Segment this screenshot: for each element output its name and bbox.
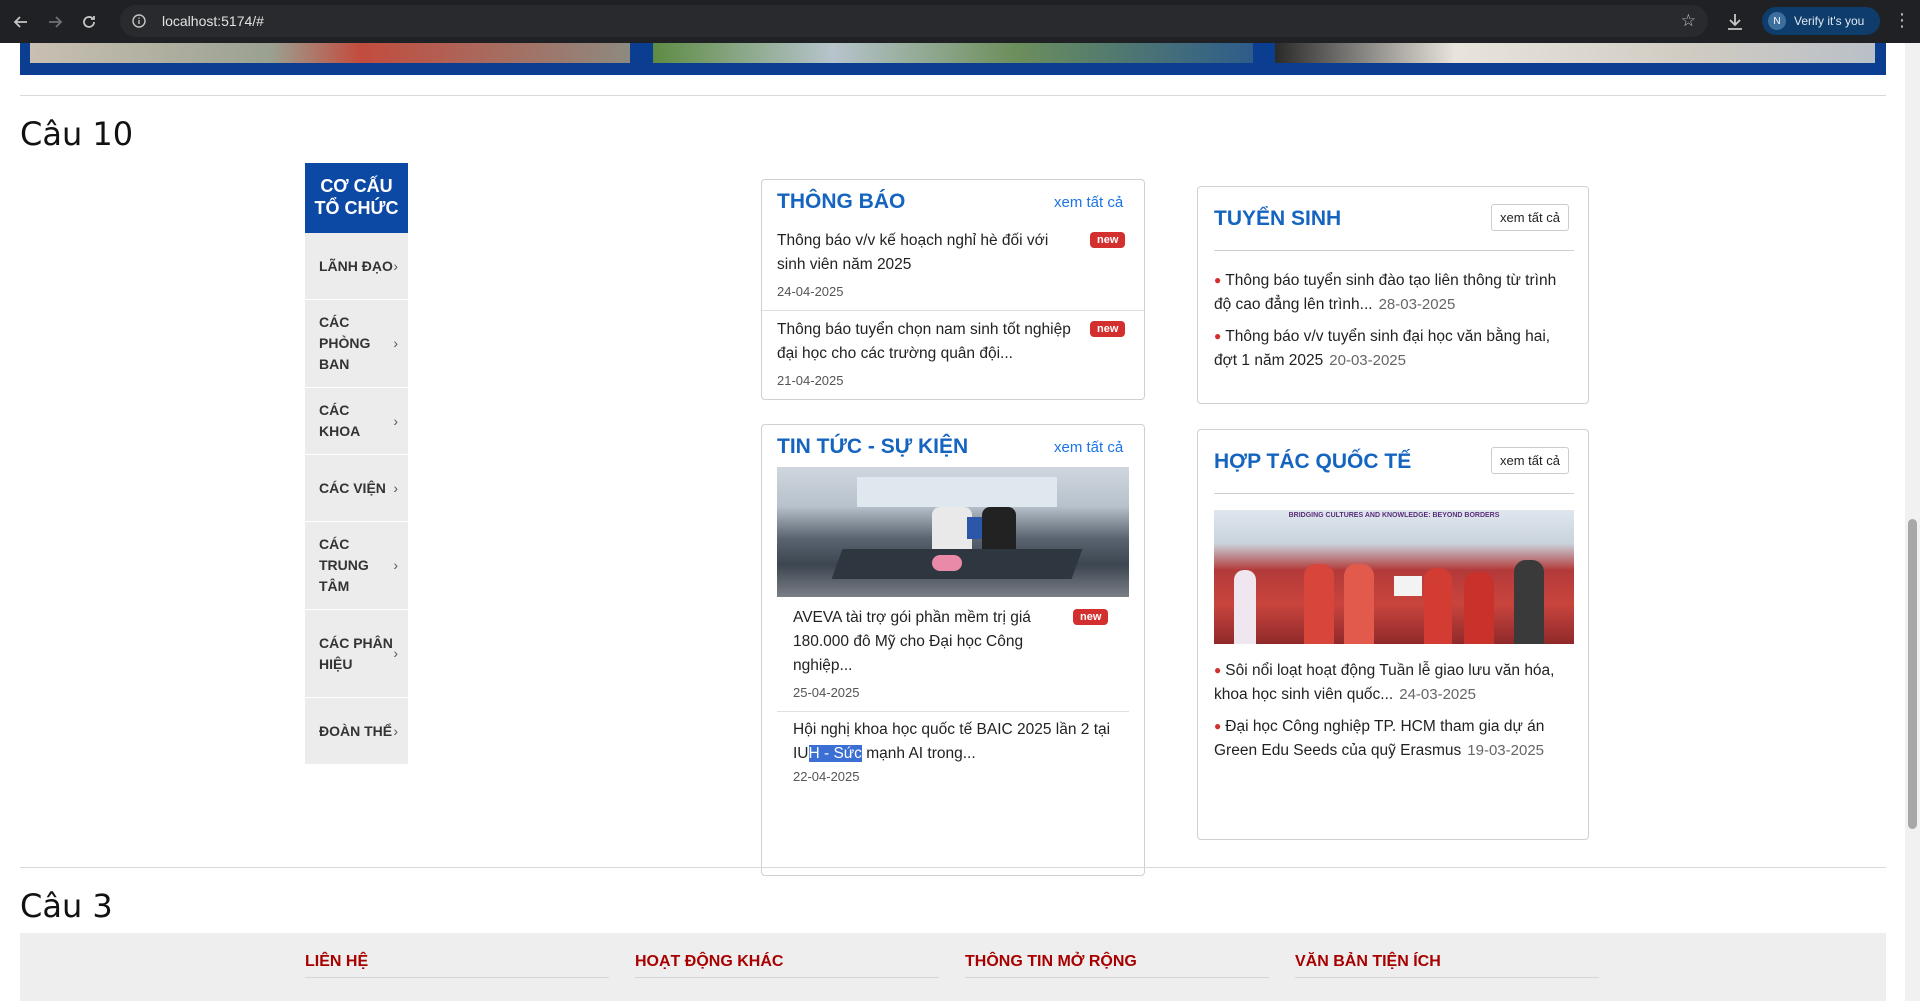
site-info-icon[interactable] [130, 12, 148, 30]
download-icon[interactable] [1722, 9, 1748, 35]
divider [762, 310, 1144, 311]
sidebar-item-label: CÁC PHÂN HIỆU [319, 634, 393, 672]
news-item-date: 25-04-2025 [793, 685, 860, 700]
sidebar-item-branches[interactable]: CÁC PHÂN HIỆU › [305, 610, 408, 698]
footer-heading-contact[interactable]: LIÊN HỆ [305, 953, 609, 978]
bullet-icon: ● [1214, 273, 1222, 287]
sidebar-item-centers[interactable]: CÁC TRUNG TÂM › [305, 522, 408, 610]
image-banner-text: BRIDGING CULTURES AND KNOWLEDGE: BEYOND … [1288, 512, 1500, 519]
page-scrollbar[interactable] [1905, 43, 1920, 1001]
forward-icon[interactable] [42, 9, 68, 35]
chevron-right-icon: › [393, 645, 398, 661]
chevron-right-icon: › [393, 722, 398, 739]
admission-item[interactable]: ● Thông báo tuyển sinh đào tạo liên thông… [1214, 268, 1564, 317]
divider [1214, 493, 1574, 494]
new-badge: new [1090, 232, 1126, 248]
new-badge: new [1090, 321, 1126, 337]
cooperation-item-date: 24-03-2025 [1399, 686, 1476, 703]
sidebar-item-faculties[interactable]: CÁC KHOA › [305, 388, 408, 455]
chevron-right-icon: › [393, 412, 398, 429]
sidebar-item-leadership[interactable]: LÃNH ĐẠO › [305, 233, 408, 300]
url-text: localhost:5174/# [162, 13, 264, 29]
see-all-link[interactable]: xem tất cả [1054, 439, 1123, 456]
sidebar-item-unions[interactable]: ĐOÀN THỂ › [305, 698, 408, 765]
sidebar-item-departments[interactable]: CÁC PHÒNG BAN › [305, 300, 408, 388]
sidebar-item-institutes[interactable]: CÁC VIỆN › [305, 455, 408, 522]
section-title: Câu 3 [20, 887, 113, 925]
bookmark-star-icon[interactable]: ☆ [1681, 11, 1696, 31]
announcements-card: THÔNG BÁO xem tất cả Thông báo v/v kế ho… [761, 179, 1145, 400]
admission-item[interactable]: ● Thông báo v/v tuyển sinh đại học văn bằ… [1214, 324, 1574, 373]
sidebar-item-label: CÁC KHOA [319, 402, 361, 439]
banner-image-2 [653, 43, 1253, 63]
card-title: TUYỂN SINH [1214, 207, 1342, 230]
banner-image-1 [30, 43, 630, 63]
news-item-title[interactable]: Hội nghị khoa học quốc tế BAIC 2025 lần … [793, 718, 1113, 766]
top-banner-strip [20, 43, 1886, 75]
news-item-title[interactable]: AVEVA tài trợ gói phần mềm trị giá 180.0… [793, 606, 1083, 678]
footer-heading-documents[interactable]: VĂN BẢN TIỆN ÍCH [1295, 953, 1599, 978]
bullet-icon: ● [1214, 329, 1222, 343]
chevron-right-icon: › [393, 335, 398, 351]
announcement-item-title[interactable]: Thông báo tuyển chọn nam sinh tốt nghiệp… [777, 318, 1087, 366]
card-title: HỢP TÁC QUỐC TẾ [1214, 450, 1412, 473]
footer: LIÊN HỆ HOẠT ĐỘNG KHÁC THÔNG TIN MỞ RỘNG… [20, 933, 1886, 1001]
avatar: N [1768, 12, 1786, 30]
announcement-item-date: 21-04-2025 [777, 373, 844, 388]
news-featured-image[interactable] [777, 467, 1129, 597]
org-structure-sidebar: CƠ CẤU TỔ CHỨC LÃNH ĐẠO › CÁC PHÒNG BAN › … [305, 163, 408, 765]
more-menu-icon[interactable]: ⋮ [1893, 10, 1911, 31]
selected-text: H - Sức [808, 745, 862, 762]
section-title: Câu 10 [20, 115, 134, 153]
card-title: TIN TỨC - SỰ KIỆN [777, 435, 969, 458]
announcement-item-title[interactable]: Thông báo v/v kế hoạch nghỉ hè đối với s… [777, 229, 1077, 277]
admission-item-date: 28-03-2025 [1378, 296, 1456, 313]
international-cooperation-card: HỢP TÁC QUỐC TẾ xem tất cả BRIDGING CULT… [1197, 429, 1589, 840]
divider [20, 867, 1886, 868]
page-viewport: Câu 10 CƠ CẤU TỔ CHỨC LÃNH ĐẠO › CÁC PHÒN… [0, 43, 1905, 1001]
see-all-link[interactable]: xem tất cả [1054, 194, 1123, 211]
chevron-right-icon: › [393, 479, 398, 496]
see-all-button[interactable]: xem tất cả [1491, 447, 1569, 474]
see-all-button[interactable]: xem tất cả [1491, 204, 1569, 231]
sidebar-item-label: LÃNH ĐẠO [319, 257, 393, 274]
new-badge: new [1073, 609, 1109, 625]
sidebar-heading: CƠ CẤU TỔ CHỨC [305, 163, 408, 233]
cooperation-item[interactable]: ● Đại học Công nghiệp TP. HCM tham gia dự… [1214, 714, 1576, 763]
sidebar-item-label: CÁC TRUNG TÂM [319, 536, 369, 594]
sidebar-item-label: CÁC PHÒNG BAN [319, 314, 371, 372]
divider [1214, 250, 1574, 251]
admissions-card: TUYỂN SINH xem tất cả ● Thông báo tuyển s… [1197, 186, 1589, 404]
divider [20, 95, 1886, 96]
reload-icon[interactable] [76, 9, 102, 35]
scrollbar-thumb[interactable] [1908, 519, 1917, 829]
admission-item-date: 20-03-2025 [1329, 352, 1406, 369]
chevron-right-icon: › [393, 557, 398, 573]
sidebar-item-label: CÁC VIỆN [319, 479, 386, 496]
bullet-icon: ● [1214, 719, 1222, 733]
footer-heading-other-activities[interactable]: HOẠT ĐỘNG KHÁC [635, 953, 939, 978]
card-title: THÔNG BÁO [777, 190, 906, 213]
bullet-icon: ● [1214, 663, 1222, 677]
back-icon[interactable] [8, 9, 34, 35]
sidebar-item-label: ĐOÀN THỂ [319, 722, 393, 739]
news-item-date: 22-04-2025 [793, 769, 860, 784]
announcement-item-date: 24-04-2025 [777, 284, 844, 299]
divider [777, 711, 1129, 712]
cooperation-item[interactable]: ● Sôi nổi loạt hoạt động Tuần lễ giao lưu… [1214, 658, 1576, 707]
chevron-right-icon: › [393, 257, 398, 274]
browser-toolbar: localhost:5174/# ☆ N Verify it's you ⋮ [0, 0, 1920, 43]
news-events-card: TIN TỨC - SỰ KIỆN xem tất cả AVEVA tài t… [761, 424, 1145, 876]
cooperation-item-date: 19-03-2025 [1467, 742, 1545, 759]
profile-label: Verify it's you [1794, 14, 1865, 28]
banner-image-3 [1275, 43, 1875, 63]
cooperation-featured-image[interactable]: BRIDGING CULTURES AND KNOWLEDGE: BEYOND … [1214, 510, 1574, 644]
profile-button[interactable]: N Verify it's you [1762, 7, 1880, 35]
address-bar[interactable]: localhost:5174/# ☆ [120, 5, 1708, 37]
footer-heading-extended-info[interactable]: THÔNG TIN MỞ RỘNG [965, 953, 1269, 978]
